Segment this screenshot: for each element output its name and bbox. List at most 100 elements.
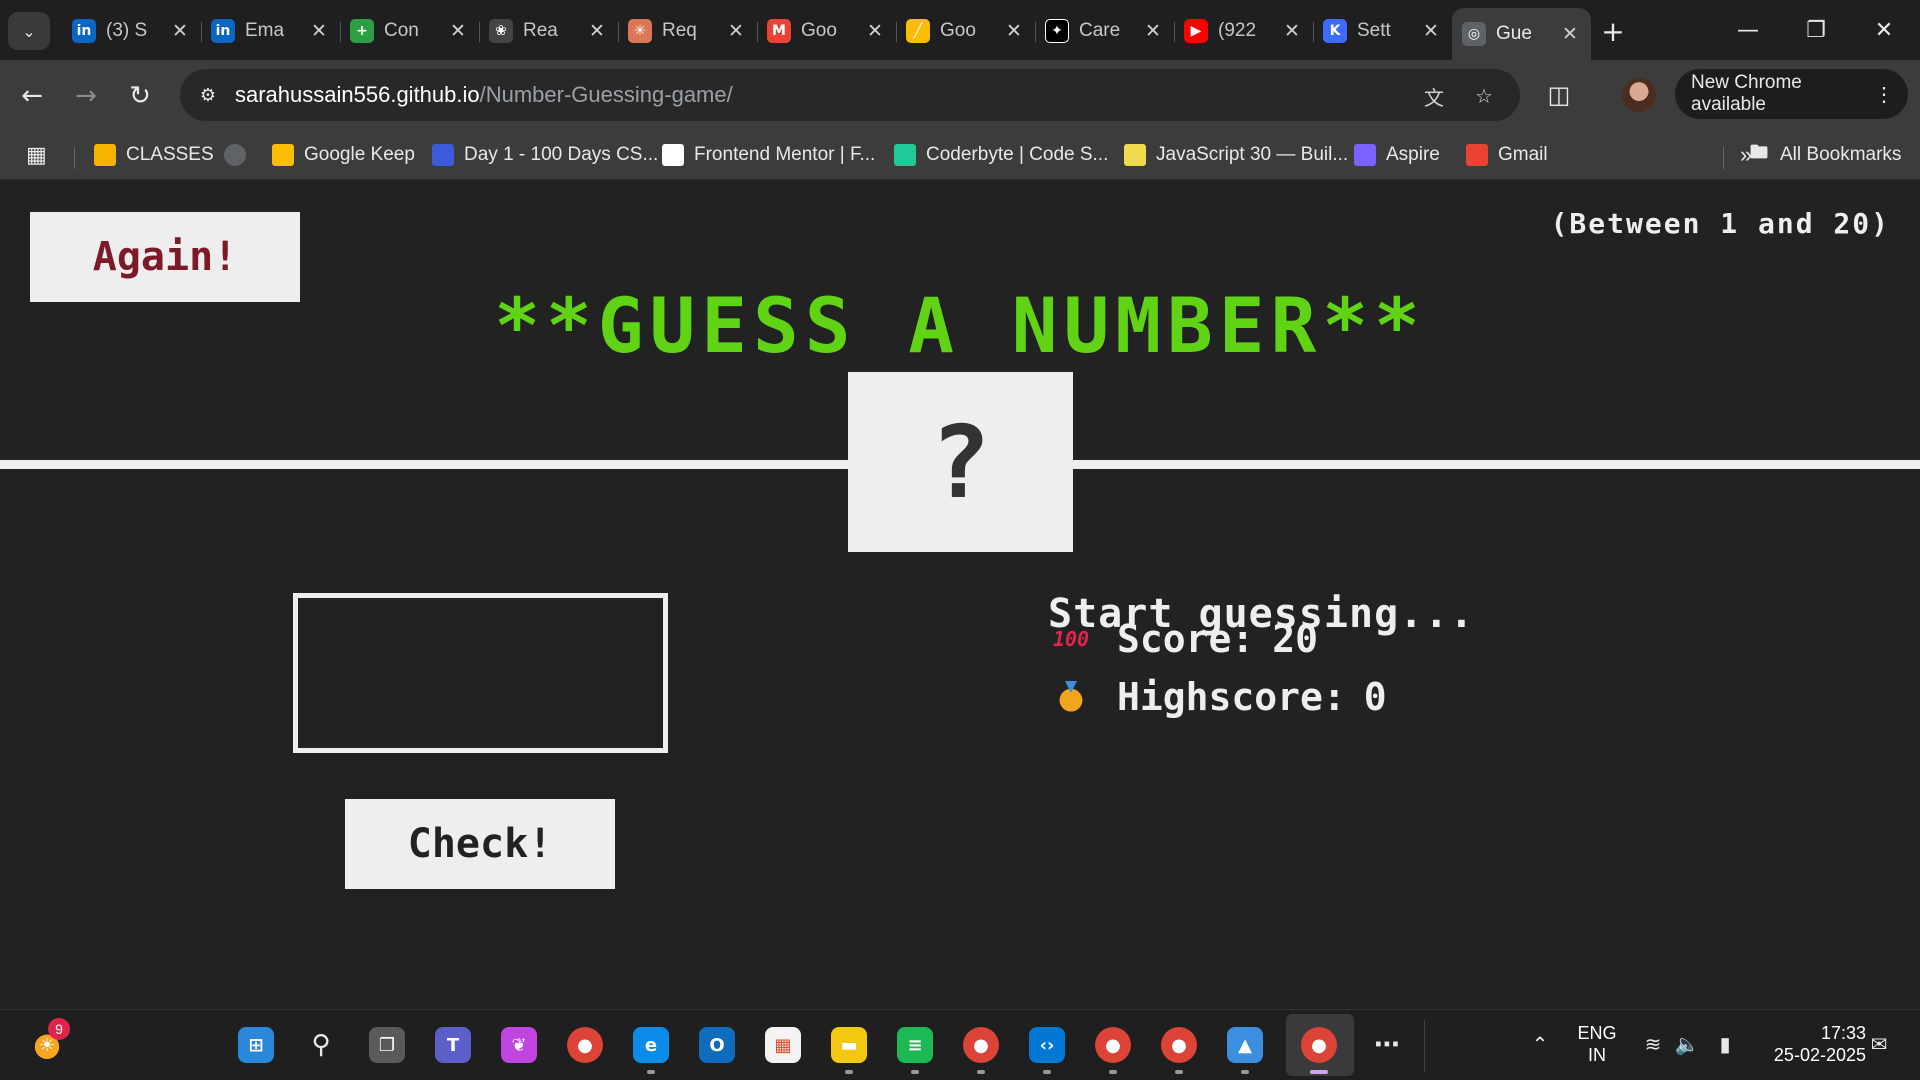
browser-tab[interactable]: ▶ (922 ✕ <box>1174 8 1313 54</box>
new-tab-button[interactable]: + <box>1596 14 1630 48</box>
chrome-icon[interactable]: ● <box>564 1024 606 1066</box>
profile-avatar[interactable] <box>1622 78 1656 112</box>
openai-icon: ❀ <box>489 19 513 43</box>
bookmark-item[interactable]: JavaScript 30 — Buil... <box>1124 139 1348 171</box>
gmail-icon <box>1466 144 1488 166</box>
show-hidden-icons-chevron-icon[interactable]: ⌃ <box>1528 1032 1552 1056</box>
tab-title: Goo <box>801 20 837 41</box>
browser-tab[interactable]: ◎ Gue ✕ <box>1452 8 1591 60</box>
browser-tab[interactable]: ✳ Req ✕ <box>618 8 757 54</box>
js30-icon <box>1124 144 1146 166</box>
close-tab-icon[interactable]: ✕ <box>1559 23 1581 45</box>
vscode-icon[interactable]: ‹› <box>1026 1024 1068 1074</box>
start-icon[interactable]: ⊞ <box>235 1024 277 1066</box>
chrome-icon[interactable]: ● <box>960 1024 1002 1074</box>
apps-grid-icon[interactable]: ▦ <box>26 139 47 171</box>
copilot-icon[interactable]: ❦ <box>498 1024 540 1066</box>
classroom-icon <box>94 144 116 166</box>
gemini-icon: ✦ <box>1045 19 1069 43</box>
site-info-icon[interactable]: ⚙ <box>194 81 222 109</box>
teams-icon[interactable]: T <box>432 1024 474 1066</box>
browser-tab[interactable]: in Ema ✕ <box>201 8 340 54</box>
language-indicator[interactable]: ENG IN <box>1572 1022 1622 1066</box>
translate-icon[interactable]: 文 <box>1420 82 1448 110</box>
close-tab-icon[interactable]: ✕ <box>1142 20 1164 42</box>
check-button[interactable]: Check! <box>345 799 615 889</box>
score-label: Score: <box>1117 617 1255 661</box>
bookmark-item[interactable]: Gmail <box>1466 139 1548 171</box>
secret-number-box: ? <box>848 372 1073 552</box>
extensions-icon[interactable]: ◫ <box>1542 78 1576 112</box>
bookmark-item[interactable]: Day 1 - 100 Days CS... <box>432 139 658 171</box>
more-icon[interactable]: ⋯ <box>1366 1024 1408 1066</box>
tab-title: Rea <box>523 20 558 41</box>
close-tab-icon[interactable]: ✕ <box>1003 20 1025 42</box>
browser-tab[interactable]: M Goo ✕ <box>757 8 896 54</box>
spotify-icon[interactable]: ≡ <box>894 1024 936 1074</box>
all-bookmarks-label: All Bookmarks <box>1780 144 1902 165</box>
globe-icon <box>224 144 246 166</box>
guess-input[interactable] <box>293 593 668 753</box>
volume-icon[interactable]: 🔈 <box>1674 1032 1700 1056</box>
outlook-icon[interactable]: O <box>696 1024 738 1066</box>
aspire-icon <box>1354 144 1376 166</box>
photos-icon[interactable]: ▲ <box>1224 1024 1266 1074</box>
bookmark-item[interactable]: CLASSES <box>94 139 214 171</box>
keep-icon <box>272 144 294 166</box>
tab-title: Ema <box>245 20 285 41</box>
reload-button[interactable]: ↻ <box>122 78 158 114</box>
close-tab-icon[interactable]: ✕ <box>1281 20 1303 42</box>
minimize-button[interactable]: — <box>1716 8 1780 52</box>
notifications-icon[interactable]: ✉ <box>1866 1032 1892 1056</box>
bookmark-label: Google Keep <box>304 144 415 165</box>
bookmark-item[interactable]: Aspire <box>1354 139 1440 171</box>
store-icon[interactable]: ▦ <box>762 1024 804 1066</box>
menu-dots-icon: ⋮ <box>1874 83 1894 106</box>
youtube-icon: ▶ <box>1184 19 1208 43</box>
clock[interactable]: 17:33 25-02-2025 <box>1756 1022 1866 1066</box>
close-window-button[interactable]: ✕ <box>1852 8 1916 52</box>
address-bar[interactable]: ⚙ sarahussain556.github.io/Number-Guessi… <box>180 69 1520 121</box>
bookmark-item[interactable]: Google Keep <box>272 139 415 171</box>
wifi-icon[interactable]: ≋ <box>1640 1032 1666 1056</box>
highscore-label: Highscore: <box>1117 675 1346 719</box>
restore-button[interactable]: ❐ <box>1784 8 1848 52</box>
tab-search-button[interactable]: ⌄ <box>8 12 50 50</box>
browser-tab[interactable]: in (3) S ✕ <box>62 8 201 54</box>
close-tab-icon[interactable]: ✕ <box>725 20 747 42</box>
all-bookmarks-button[interactable]: 🖿 All Bookmarks <box>1748 139 1901 171</box>
battery-icon[interactable]: ▮ <box>1712 1032 1738 1056</box>
update-chrome-button[interactable]: New Chrome available ⋮ <box>1675 69 1908 119</box>
browser-tab[interactable]: ❀ Rea ✕ <box>479 8 618 54</box>
browser-tab[interactable]: K Sett ✕ <box>1313 8 1452 54</box>
task-view-icon[interactable]: ❐ <box>366 1024 408 1066</box>
bookmark-item[interactable]: Frontend Mentor | F... <box>662 139 875 171</box>
close-tab-icon[interactable]: ✕ <box>1420 20 1442 42</box>
chrome-icon[interactable]: ● <box>1298 1024 1340 1074</box>
close-tab-icon[interactable]: ✕ <box>447 20 469 42</box>
tab-title: Goo <box>940 20 976 41</box>
browser-tab[interactable]: + Con ✕ <box>340 8 479 54</box>
bookmark-star-icon[interactable]: ☆ <box>1470 82 1498 110</box>
forward-button[interactable]: → <box>68 78 104 114</box>
update-chip-label: New Chrome available <box>1691 72 1802 115</box>
browser-tab[interactable]: ╱ Goo ✕ <box>896 8 1035 54</box>
chrome-icon[interactable]: ● <box>1092 1024 1134 1074</box>
close-tab-icon[interactable]: ✕ <box>864 20 886 42</box>
edge-icon[interactable]: e <box>630 1024 672 1074</box>
chrome-icon[interactable]: ● <box>1158 1024 1200 1074</box>
hundred-points-icon: 100 <box>1052 627 1090 651</box>
range-hint: (Between 1 and 20) <box>1550 207 1890 240</box>
close-tab-icon[interactable]: ✕ <box>169 20 191 42</box>
back-button[interactable]: ← <box>14 78 50 114</box>
globe-icon: ◎ <box>1462 22 1486 46</box>
claude-icon: ✳ <box>628 19 652 43</box>
bookmark-item[interactable] <box>224 139 256 171</box>
browser-tab[interactable]: ✦ Care ✕ <box>1035 8 1174 54</box>
close-tab-icon[interactable]: ✕ <box>586 20 608 42</box>
bookmark-item[interactable]: Coderbyte | Code S... <box>894 139 1108 171</box>
file-explorer-icon[interactable]: ▬ <box>828 1024 870 1074</box>
url-text[interactable]: sarahussain556.github.io/Number-Guessing… <box>235 82 733 108</box>
close-tab-icon[interactable]: ✕ <box>308 20 330 42</box>
search-icon[interactable]: ⚲ <box>300 1024 342 1066</box>
